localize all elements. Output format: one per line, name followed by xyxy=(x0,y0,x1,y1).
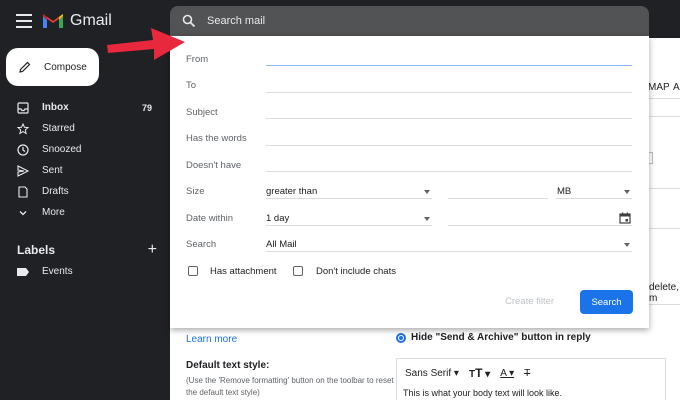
date-within-underline xyxy=(266,225,432,226)
size-operator-caret-icon[interactable] xyxy=(424,190,430,194)
send-icon xyxy=(17,164,29,177)
search-placeholder: Search mail xyxy=(207,15,266,27)
sidebar-item-label: Drafts xyxy=(42,186,69,197)
clock-icon xyxy=(17,143,29,156)
to-label: To xyxy=(186,80,197,91)
subject-label: Subject xyxy=(186,107,218,118)
label-icon xyxy=(17,267,29,276)
date-within-select[interactable]: 1 day xyxy=(266,213,289,224)
compose-label: Compose xyxy=(44,61,87,73)
editor-toolbar: Sans Serif ▾ TT ▾ A ▾ T xyxy=(405,366,530,380)
has-words-input[interactable] xyxy=(266,145,632,146)
star-icon xyxy=(17,122,29,135)
sidebar-item-label: Snoozed xyxy=(42,144,82,155)
default-text-style-heading: Default text style: xyxy=(186,360,270,371)
draft-icon xyxy=(17,185,29,198)
search-in-underline xyxy=(266,251,632,252)
pencil-icon xyxy=(19,61,31,73)
calendar-icon[interactable] xyxy=(619,212,631,224)
main-menu-icon[interactable] xyxy=(16,14,32,28)
size-value-underline xyxy=(448,198,548,199)
search-in-select[interactable]: All Mail xyxy=(266,239,297,250)
gmail-logo[interactable]: Gmail xyxy=(42,12,112,30)
sidebar-item-label: More xyxy=(42,207,65,218)
sidebar-label-text: Events xyxy=(42,266,73,277)
compose-button[interactable]: Compose xyxy=(6,48,99,86)
sidebar-label-events[interactable]: Events xyxy=(17,266,73,277)
has-words-label: Has the words xyxy=(186,133,247,144)
size-unit-select[interactable]: MB xyxy=(557,186,571,197)
font-select[interactable]: Sans Serif ▾ xyxy=(405,368,459,379)
date-underline xyxy=(448,225,632,226)
no-chats-label[interactable]: Don't include chats xyxy=(316,266,396,277)
delete-fragment: delete, m xyxy=(649,282,680,304)
search-button[interactable]: Search xyxy=(580,290,633,314)
doesnt-have-input[interactable] xyxy=(266,171,632,172)
sidebar-item-sent[interactable]: Sent xyxy=(0,160,170,181)
to-input[interactable] xyxy=(266,92,632,93)
size-operator-underline xyxy=(266,198,432,199)
hide-send-archive-label: Hide "Send & Archive" button in reply xyxy=(411,332,591,343)
labels-heading: Labels + xyxy=(17,241,157,259)
annotation-arrow-icon xyxy=(107,28,185,60)
inbox-icon xyxy=(17,101,29,114)
size-operator-select[interactable]: greater than xyxy=(266,186,317,197)
sidebar-item-label: Sent xyxy=(42,165,63,176)
tab-fragment-a[interactable]: A xyxy=(673,82,680,93)
sidebar-item-snoozed[interactable]: Snoozed xyxy=(0,139,170,160)
search-bar[interactable]: Search mail xyxy=(170,6,649,36)
inbox-count: 79 xyxy=(141,102,152,113)
font-size-icon[interactable]: TT ▾ xyxy=(469,366,490,380)
create-filter-button[interactable]: Create filter xyxy=(505,296,554,307)
gmail-m-icon xyxy=(43,14,63,28)
search-in-label: Search xyxy=(186,239,217,250)
no-chats-checkbox[interactable] xyxy=(293,266,303,276)
sample-body-text: This is what your body text will look li… xyxy=(403,388,563,398)
labels-heading-text: Labels xyxy=(17,243,56,257)
has-attachment-label[interactable]: Has attachment xyxy=(210,266,277,277)
remove-formatting-icon[interactable]: T xyxy=(524,368,530,379)
tab-fragment-map[interactable]: MAP xyxy=(648,82,670,93)
size-unit-underline xyxy=(556,198,632,199)
has-attachment-checkbox[interactable] xyxy=(188,266,198,276)
sidebar-item-more[interactable]: More xyxy=(0,202,170,223)
advanced-search-panel: From To Subject Has the words Doesn't ha… xyxy=(170,36,649,328)
subject-input[interactable] xyxy=(266,118,632,119)
add-label-icon[interactable]: + xyxy=(148,241,157,259)
size-unit-caret-icon[interactable] xyxy=(624,190,630,194)
date-within-label: Date within xyxy=(186,213,233,224)
radio-selected-icon[interactable] xyxy=(396,332,406,343)
hide-send-archive-option[interactable]: Hide "Send & Archive" button in reply xyxy=(396,332,591,343)
search-in-caret-icon[interactable] xyxy=(624,243,630,247)
sidebar-item-drafts[interactable]: Drafts xyxy=(0,181,170,202)
date-within-caret-icon[interactable] xyxy=(424,217,430,221)
default-text-style-description: (Use the 'Remove formatting' button on t… xyxy=(186,376,394,397)
learn-more-link[interactable]: Learn more xyxy=(186,334,237,345)
sidebar-item-inbox[interactable]: Inbox 79 xyxy=(0,97,170,118)
size-label: Size xyxy=(186,186,205,197)
chevron-down-icon xyxy=(17,207,29,219)
sidebar-item-starred[interactable]: Starred xyxy=(0,118,170,139)
text-color-icon[interactable]: A ▾ xyxy=(500,368,514,379)
sidebar-item-label: Starred xyxy=(42,123,75,134)
doesnt-have-label: Doesn't have xyxy=(186,160,242,171)
from-input[interactable] xyxy=(266,65,632,66)
sidebar-item-label: Inbox xyxy=(42,102,69,113)
nav-list: Inbox 79 Starred Snoozed Sent Drafts Mor… xyxy=(0,97,170,223)
